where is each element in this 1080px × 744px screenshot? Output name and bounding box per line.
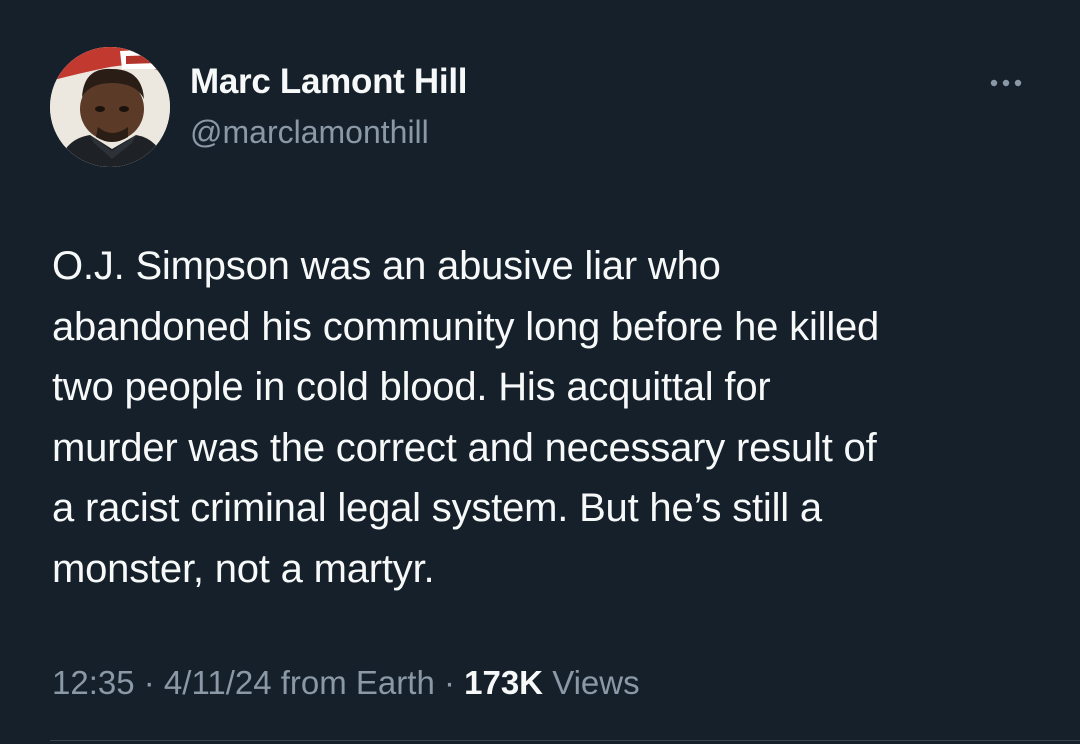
more-options-button[interactable] xyxy=(982,68,1030,98)
divider xyxy=(50,740,1080,741)
meta-separator: · xyxy=(434,664,465,701)
views-label: Views xyxy=(552,664,640,701)
tweet-card: Marc Lamont Hill @marclamonthill O.J. Si… xyxy=(0,0,1080,744)
tweet-text: O.J. Simpson was an abusive liar who aba… xyxy=(52,244,880,591)
author-name[interactable]: Marc Lamont Hill xyxy=(190,62,467,102)
author-handle[interactable]: @marclamonthill xyxy=(190,114,429,151)
tweet-time[interactable]: 12:35 xyxy=(52,664,135,701)
tweet-date[interactable]: 4/11/24 xyxy=(164,664,272,701)
avatar-image xyxy=(50,47,170,167)
avatar[interactable] xyxy=(50,47,170,167)
tweet-source: from Earth xyxy=(280,664,435,701)
meta-separator: · xyxy=(134,664,164,701)
views-count[interactable]: 173K xyxy=(464,664,543,701)
tweet-meta: 12:35 · 4/11/24 from Earth · 173K Views xyxy=(52,664,640,702)
more-horizontal-icon xyxy=(990,79,1022,87)
